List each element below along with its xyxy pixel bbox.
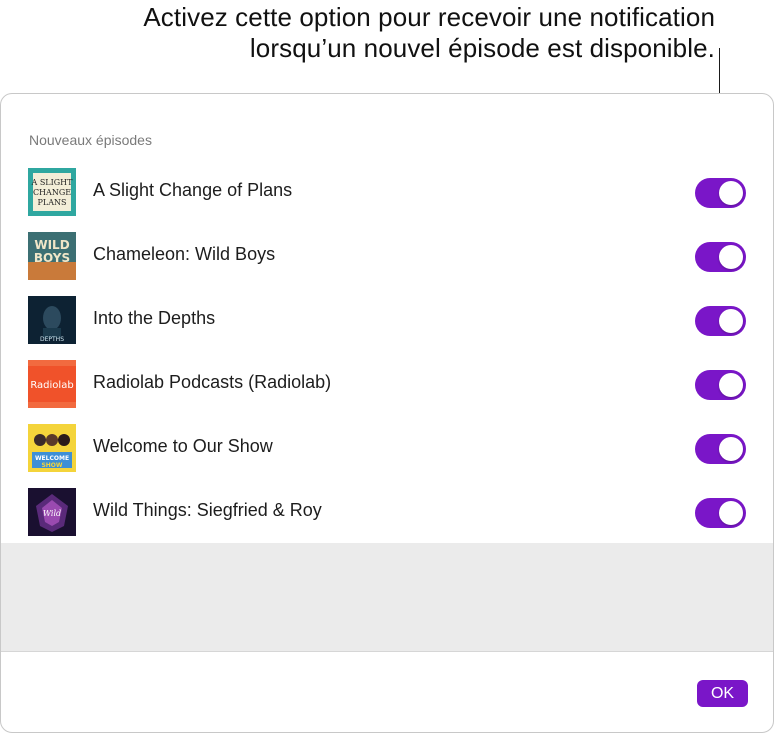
notifications-dialog: Nouveaux épisodes A SLIGHT CHANGE PLANS … [0,93,774,733]
toggle-knob [719,309,743,333]
podcast-artwork: Radiolab [28,360,76,408]
svg-text:Radiolab: Radiolab [30,380,73,391]
podcast-title: Chameleon: Wild Boys [93,244,276,264]
podcast-row: WELCOME SHOW Welcome to Our Show [1,418,773,482]
podcast-row: A SLIGHT CHANGE PLANS A Slight Change of… [1,162,773,226]
svg-text:DEPTHS: DEPTHS [40,336,64,343]
notify-toggle[interactable] [695,434,746,464]
podcast-artwork: A SLIGHT CHANGE PLANS [28,168,76,216]
podcast-artwork: WILD BOYS [28,232,76,280]
svg-text:WILD: WILD [34,238,69,252]
toggle-knob [719,373,743,397]
notify-toggle[interactable] [695,242,746,272]
svg-text:SHOW: SHOW [41,462,62,469]
podcast-artwork: Wild [28,488,76,536]
svg-text:Wild: Wild [43,509,61,518]
podcast-row: Radiolab Radiolab Podcasts (Radiolab) [1,354,773,418]
toggle-knob [719,437,743,461]
callout-annotation: Activez cette option pour recevoir une n… [15,2,715,64]
podcast-title: Into the Depths [93,308,216,328]
toggle-knob [719,501,743,525]
notify-toggle[interactable] [695,498,746,528]
svg-text:A SLIGHT: A SLIGHT [31,178,74,187]
notify-toggle[interactable] [695,178,746,208]
podcast-title: Radiolab Podcasts (Radiolab) [93,372,332,392]
svg-text:PLANS: PLANS [38,198,67,207]
podcast-title: A Slight Change of Plans [93,180,293,200]
svg-text:CHANGE: CHANGE [33,188,71,197]
ok-button[interactable]: OK [697,680,748,707]
list-empty-area [1,543,773,652]
podcast-artwork: DEPTHS [28,296,76,344]
toggle-knob [719,245,743,269]
podcast-row: DEPTHS Into the Depths [1,290,773,354]
notify-toggle[interactable] [695,370,746,400]
section-label: Nouveaux épisodes [29,132,152,148]
notify-toggle[interactable] [695,306,746,336]
podcast-title: Welcome to Our Show [93,436,273,456]
svg-text:BOYS: BOYS [34,251,70,265]
callout-line-2: lorsqu’un nouvel épisode est disponible. [249,33,715,63]
podcast-row: Wild Wild Things: Siegfried & Roy [1,482,773,546]
podcast-list: A SLIGHT CHANGE PLANS A Slight Change of… [1,162,773,546]
toggle-knob [719,181,743,205]
podcast-row: WILD BOYS Chameleon: Wild Boys [1,226,773,290]
podcast-artwork: WELCOME SHOW [28,424,76,472]
callout-line-1: Activez cette option pour recevoir une n… [143,2,715,32]
svg-text:WELCOME: WELCOME [35,455,69,462]
podcast-title: Wild Things: Siegfried & Roy [93,500,322,520]
